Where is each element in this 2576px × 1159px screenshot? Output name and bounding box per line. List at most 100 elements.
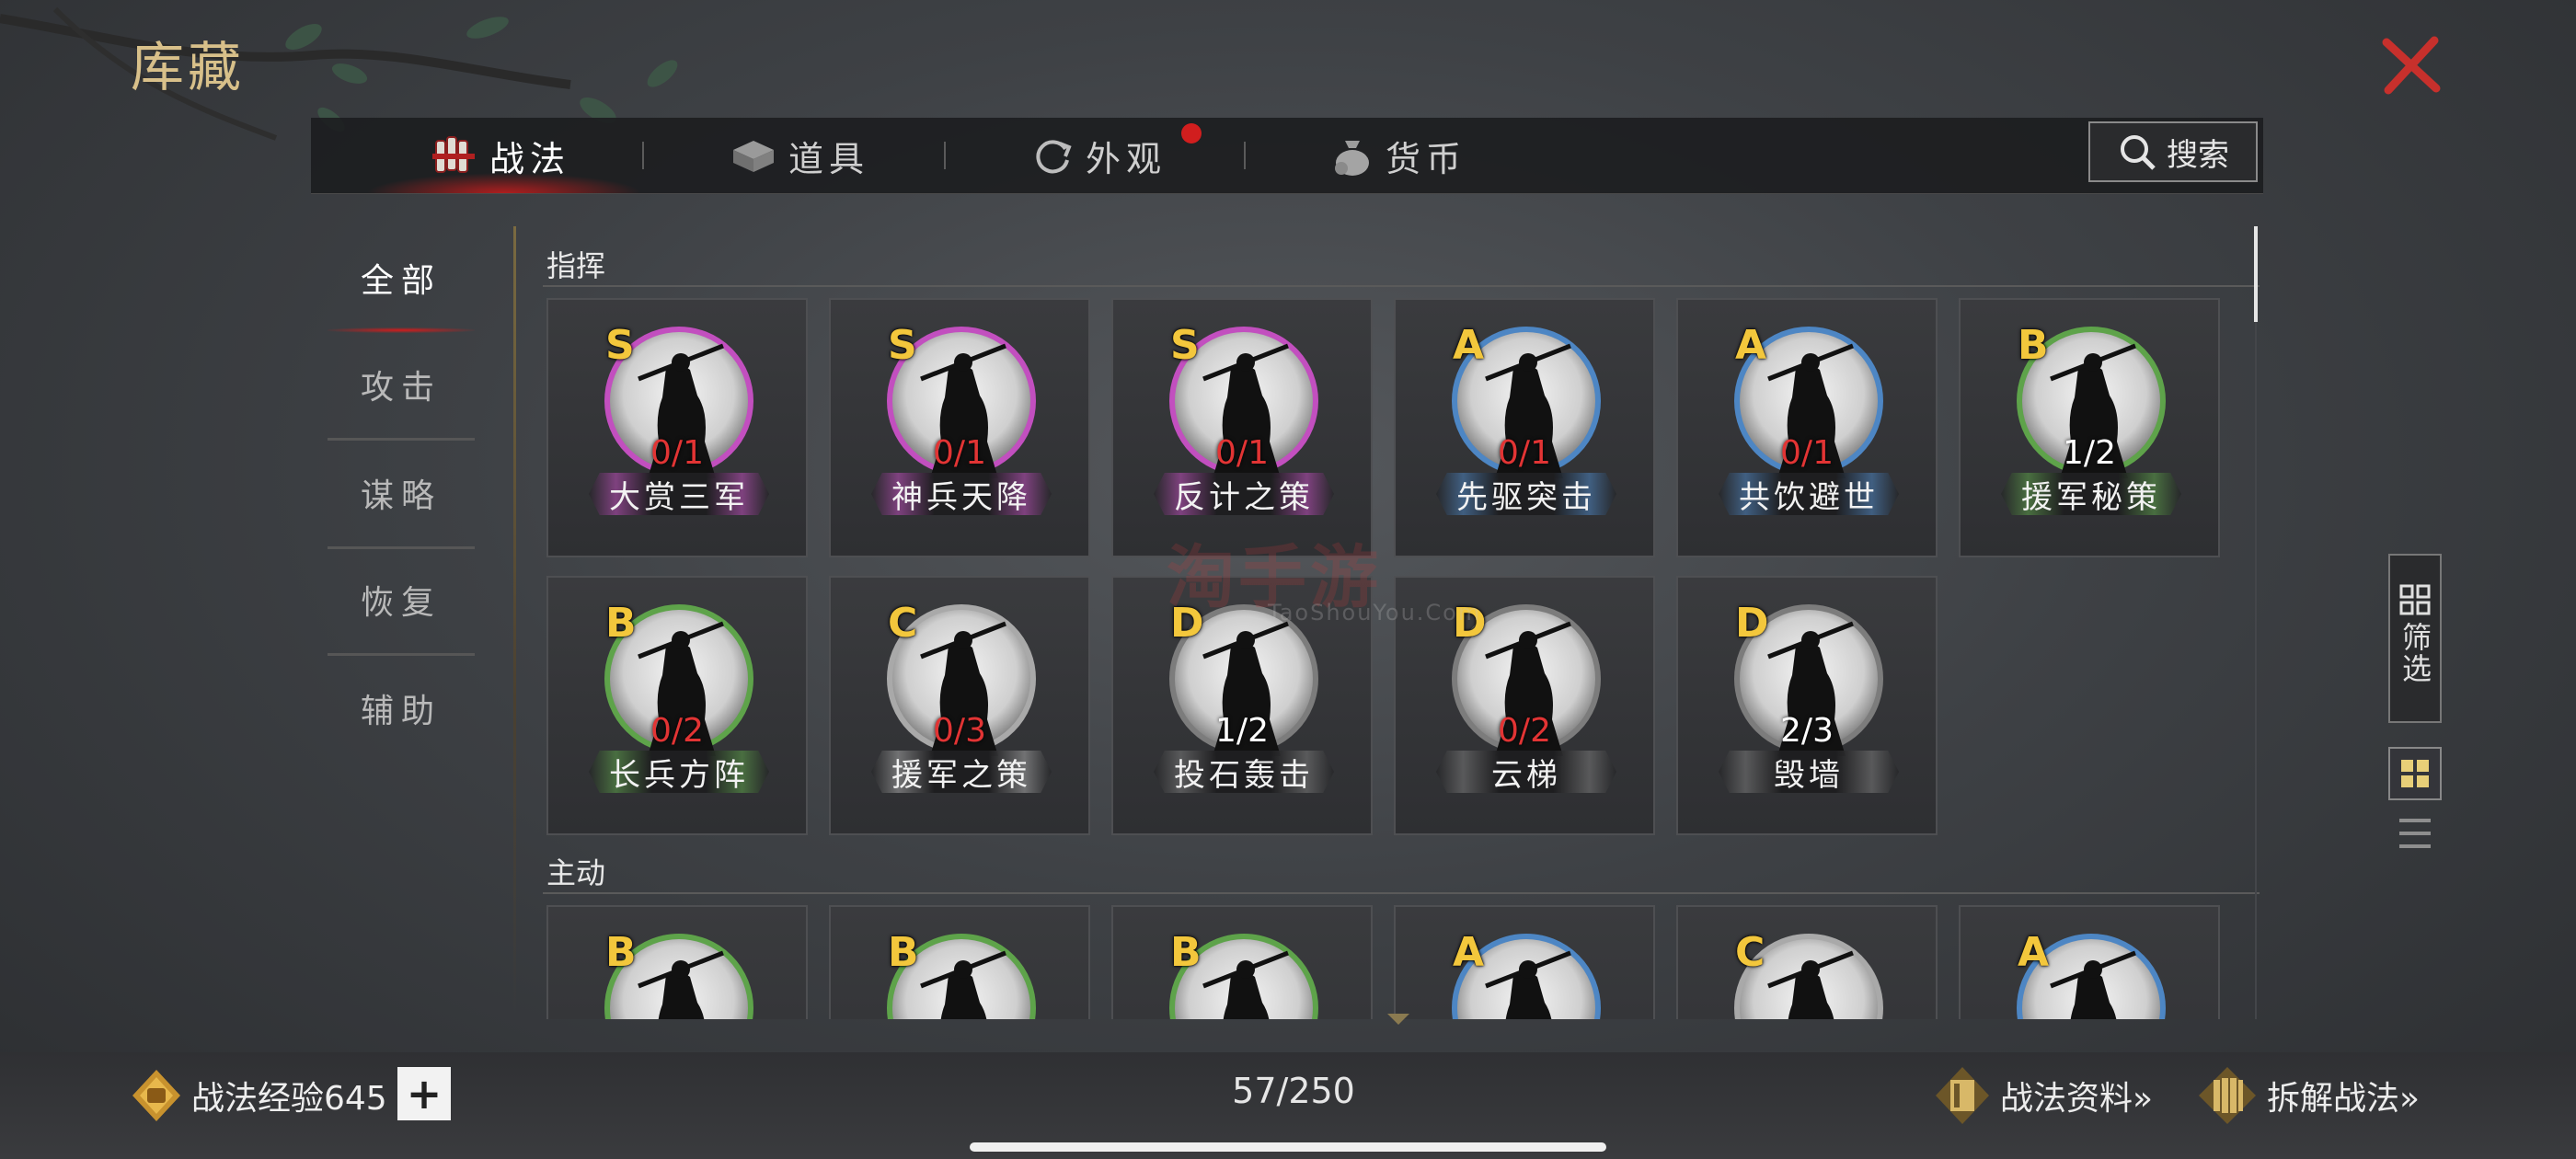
sidebar-item-support[interactable]: 辅助: [328, 655, 475, 762]
tactic-card[interactable]: B 1/2 援军秘策: [1959, 298, 2220, 557]
tactic-name: 共饮避世: [1719, 473, 1899, 515]
dismantle-tactic-link[interactable]: 拆解战法»: [2195, 1065, 2420, 1126]
money-bag-icon: [1335, 141, 1369, 176]
info-link-label: 战法资料»: [2000, 1080, 2154, 1118]
tab-currency[interactable]: 货币: [1330, 118, 1466, 193]
sidebar-item-attack[interactable]: 攻击: [328, 331, 475, 438]
grade-label: B: [1170, 929, 1202, 976]
tactic-name: 长兵方阵: [589, 751, 769, 793]
grade-label: S: [1170, 322, 1200, 369]
grade-label: B: [605, 929, 637, 976]
tactic-name: 云梯: [1436, 751, 1616, 793]
grade-label: B: [2018, 322, 2049, 369]
category-tab-bar: 战法 道具 外观 货币: [311, 118, 2263, 194]
sidebar-item-all[interactable]: 全部: [328, 224, 475, 331]
tactic-name: 反计之策: [1154, 473, 1334, 515]
tactic-card[interactable]: A: [1394, 905, 1655, 1019]
grade-label: A: [2018, 929, 2050, 976]
tactic-exp: 战法经验645: [129, 1065, 387, 1126]
sidebar-item-label: 恢复: [360, 584, 442, 622]
filter-label: 筛选: [2398, 622, 2432, 684]
tactic-card[interactable]: B: [546, 905, 808, 1019]
section-title: 主动: [546, 855, 606, 890]
grade-label: A: [1453, 322, 1485, 369]
tactic-name: 援军秘策: [2001, 473, 2181, 515]
sidebar-item-strategy[interactable]: 谋略: [328, 440, 475, 546]
section-divider: [543, 285, 2260, 287]
watermark-subtext: TaoShouYou.Com: [1268, 600, 1482, 625]
grade-label: S: [605, 322, 635, 369]
grade-label: D: [1735, 600, 1769, 647]
exp-label: 战法经验645: [191, 1080, 387, 1118]
scrollbar-thumb[interactable]: [2254, 226, 2258, 322]
card-count: 0/1: [1780, 434, 1834, 472]
tab-tactics[interactable]: 战法: [431, 118, 570, 193]
tab-label: 货币: [1386, 138, 1467, 179]
add-exp-button[interactable]: +: [397, 1067, 451, 1120]
scroll-down-indicator: [1387, 1014, 1409, 1025]
tactic-card[interactable]: A 0/1 共饮避世: [1676, 298, 1938, 557]
grid-filter-icon: [2399, 584, 2431, 615]
tab-label: 战法: [489, 138, 571, 179]
grade-label: C: [1735, 929, 1765, 976]
card-count: 1/2: [2063, 434, 2116, 472]
sidebar-item-label: 全部: [360, 262, 442, 300]
sidebar-item-label: 谋略: [360, 477, 442, 515]
sidebar-item-recovery[interactable]: 恢复: [328, 546, 475, 653]
tactic-card[interactable]: B: [829, 905, 1090, 1019]
tab-label: 道具: [788, 138, 870, 179]
card-count: 0/2: [650, 712, 704, 750]
sidebar-item-label: 攻击: [360, 369, 442, 407]
fist-badge-icon: [132, 1070, 180, 1121]
scroll-bundle-icon: [2199, 1067, 2256, 1124]
grid-view-button[interactable]: [2388, 747, 2442, 800]
sidebar-separator: [513, 226, 516, 1017]
tactic-card[interactable]: C: [1676, 905, 1938, 1019]
tab-appearance[interactable]: 外观: [1030, 118, 1167, 193]
tactic-card[interactable]: B 0/2 长兵方阵: [546, 576, 808, 835]
grade-label: A: [1735, 322, 1767, 369]
search-icon: [2121, 135, 2156, 170]
card-count: 0/1: [933, 434, 986, 472]
filter-button[interactable]: 筛选: [2388, 554, 2442, 723]
box-icon: [733, 141, 774, 172]
close-icon[interactable]: [2377, 31, 2445, 99]
tactic-name: 神兵天降: [871, 473, 1052, 515]
tactic-info-link[interactable]: 战法资料»: [1932, 1065, 2153, 1126]
page-title: 库藏: [131, 36, 246, 98]
scrollbar-track: [2255, 226, 2257, 1019]
tab-divider: [642, 142, 644, 169]
tactic-card[interactable]: A: [1959, 905, 2220, 1019]
tab-divider: [1244, 142, 1246, 169]
tactic-card[interactable]: A 0/1 先驱突击: [1394, 298, 1655, 557]
card-count: 0/1: [1498, 434, 1551, 472]
tactic-card[interactable]: B: [1111, 905, 1373, 1019]
tactic-card[interactable]: C 0/3 援军之策: [829, 576, 1090, 835]
card-count: 1/2: [1215, 712, 1269, 750]
tab-divider: [944, 142, 946, 169]
tactic-card[interactable]: S 0/1 神兵天降: [829, 298, 1090, 557]
card-count: 0/1: [650, 434, 704, 472]
search-label: 搜索: [2167, 136, 2229, 174]
refresh-icon: [1036, 140, 1072, 174]
card-count: 0/1: [1215, 434, 1269, 472]
grade-label: A: [1453, 929, 1485, 976]
tactic-card[interactable]: S 0/1 大赏三军: [546, 298, 808, 557]
grade-label: C: [888, 600, 918, 647]
dismantle-link-label: 拆解战法»: [2267, 1080, 2421, 1118]
tab-items[interactable]: 道具: [730, 118, 869, 193]
tab-label: 外观: [1086, 138, 1167, 179]
tactic-name: 援军之策: [871, 751, 1052, 793]
list-view-icon[interactable]: [2398, 815, 2432, 852]
grid-view-icon: [2401, 760, 2429, 787]
tactic-name: 先驱突击: [1436, 473, 1616, 515]
tactic-card[interactable]: D 2/3 毁墙: [1676, 576, 1938, 835]
card-count: 0/3: [933, 712, 986, 750]
tactic-name: 大赏三军: [589, 473, 769, 515]
search-button[interactable]: 搜索: [2088, 121, 2258, 182]
tactic-card[interactable]: S 0/1 反计之策: [1111, 298, 1373, 557]
grade-label: B: [605, 600, 637, 647]
inventory-count: 57/250: [1232, 1071, 1355, 1111]
card-count: 0/2: [1498, 712, 1551, 750]
scroll-bundle-icon: [432, 136, 475, 173]
